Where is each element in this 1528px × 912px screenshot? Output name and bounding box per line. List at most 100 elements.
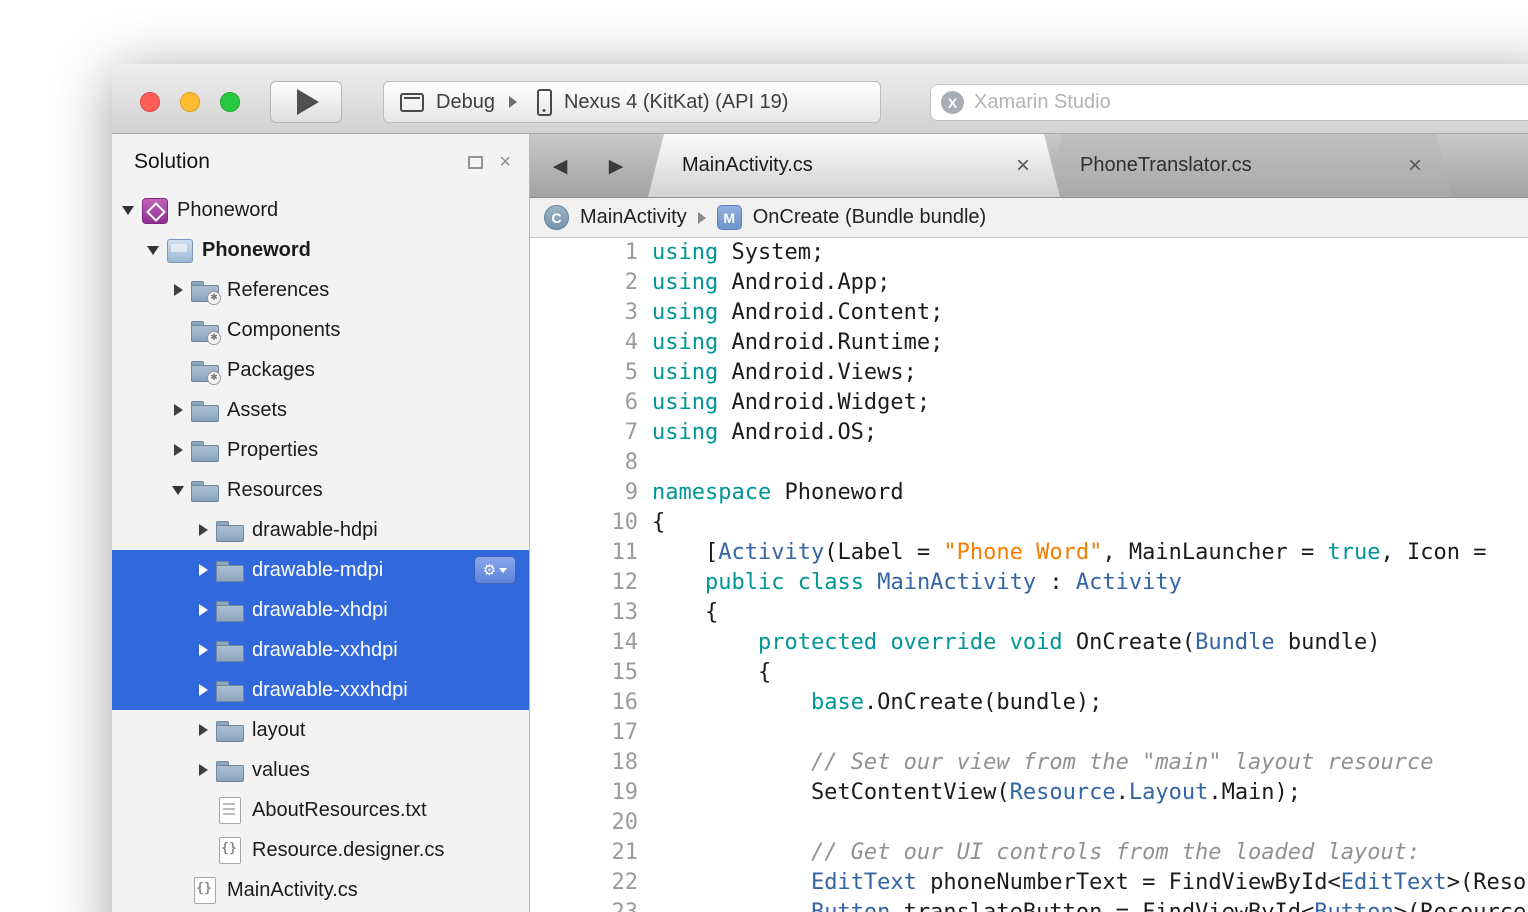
line-number: 5 xyxy=(530,358,638,388)
search-field[interactable]: X xyxy=(930,84,1528,121)
code-line: 1using System; xyxy=(530,238,1528,268)
line-number: 15 xyxy=(530,658,638,688)
disclosure-right-icon[interactable] xyxy=(195,718,215,742)
close-pad-icon[interactable]: × xyxy=(499,152,511,172)
indent-spacer xyxy=(170,358,190,382)
tree-item-components[interactable]: ✱Components xyxy=(112,310,529,350)
editor-tab-bar: ◀ ▶ MainActivity.cs × PhoneTranslator.cs… xyxy=(530,134,1528,198)
line-number: 4 xyxy=(530,328,638,358)
line-number: 1 xyxy=(530,238,638,268)
tree-item-mainactivity-cs[interactable]: MainActivity.cs xyxy=(112,870,529,910)
device-icon xyxy=(537,89,552,116)
line-number: 9 xyxy=(530,478,638,508)
tree-item-label: References xyxy=(227,279,329,302)
breadcrumb-method[interactable]: OnCreate (Bundle bundle) xyxy=(753,206,986,229)
dock-pad-icon[interactable] xyxy=(468,156,483,169)
traffic-lights xyxy=(140,92,240,112)
disclosure-right-icon[interactable] xyxy=(195,518,215,542)
device-label: Nexus 4 (KitKat) (API 19) xyxy=(564,91,789,114)
line-number: 16 xyxy=(530,688,638,718)
breadcrumb-class[interactable]: MainActivity xyxy=(580,206,687,229)
code-line: 18 // Set our view from the "main" layou… xyxy=(530,748,1528,778)
line-number: 20 xyxy=(530,808,638,838)
code-line: 7using Android.OS; xyxy=(530,418,1528,448)
line-number: 23 xyxy=(530,898,638,912)
disclosure-down-icon[interactable] xyxy=(120,198,140,222)
code-line: 12 public class MainActivity : Activity xyxy=(530,568,1528,598)
disclosure-down-icon[interactable] xyxy=(145,238,165,262)
tab-close-icon[interactable]: × xyxy=(1408,154,1422,178)
disclosure-down-icon[interactable] xyxy=(170,478,190,502)
disclosure-right-icon[interactable] xyxy=(195,678,215,702)
solution-icon xyxy=(140,197,168,223)
code-line: 8 xyxy=(530,448,1528,478)
tree-item-phoneword[interactable]: Phoneword xyxy=(112,190,529,230)
line-number: 18 xyxy=(530,748,638,778)
tree-item-references[interactable]: ✱References xyxy=(112,270,529,310)
tree-item-values[interactable]: values xyxy=(112,750,529,790)
code-line: 9namespace Phoneword xyxy=(530,478,1528,508)
disclosure-right-icon[interactable] xyxy=(195,558,215,582)
run-button[interactable] xyxy=(270,81,342,123)
line-number: 11 xyxy=(530,538,638,568)
tree-item-drawable-xxhdpi[interactable]: drawable-xxhdpi xyxy=(112,630,529,670)
disclosure-right-icon[interactable] xyxy=(170,398,190,422)
folder-icon xyxy=(190,437,218,463)
code-line: 2using Android.App; xyxy=(530,268,1528,298)
build-target-selector[interactable]: Debug Nexus 4 (KitKat) (API 19) xyxy=(383,81,881,123)
zoom-window-button[interactable] xyxy=(220,92,240,112)
disclosure-right-icon[interactable] xyxy=(170,278,190,302)
folder-badge-icon: ✱ xyxy=(190,317,218,343)
disclosure-right-icon[interactable] xyxy=(195,638,215,662)
code-line: 14 protected override void OnCreate(Bund… xyxy=(530,628,1528,658)
desktop: Debug Nexus 4 (KitKat) (API 19) X Soluti… xyxy=(0,0,1528,912)
tree-item-aboutresources-txt[interactable]: AboutResources.txt xyxy=(112,790,529,830)
tree-item-drawable-hdpi[interactable]: drawable-hdpi xyxy=(112,510,529,550)
tree-item-drawable-mdpi[interactable]: drawable-mdpi ⚙ xyxy=(112,550,529,590)
disclosure-right-icon[interactable] xyxy=(195,758,215,782)
tree-item-resource-designer-cs[interactable]: Resource.designer.cs xyxy=(112,830,529,870)
breadcrumb: C MainActivity M OnCreate (Bundle bundle… xyxy=(530,198,1528,238)
tree-item-label: layout xyxy=(252,719,305,742)
row-options-gear-button[interactable]: ⚙ xyxy=(474,556,516,584)
minimize-window-button[interactable] xyxy=(180,92,200,112)
method-icon: M xyxy=(717,205,742,230)
disclosure-right-icon[interactable] xyxy=(195,598,215,622)
line-number: 8 xyxy=(530,448,638,478)
disclosure-right-icon[interactable] xyxy=(170,438,190,462)
tab-mainactivity-cs[interactable]: MainActivity.cs × xyxy=(648,134,1060,197)
tab-phonetranslator-cs[interactable]: PhoneTranslator.cs × xyxy=(1046,134,1452,197)
line-number: 17 xyxy=(530,718,638,748)
close-window-button[interactable] xyxy=(140,92,160,112)
tree-item-properties[interactable]: Properties xyxy=(112,430,529,470)
window-titlebar[interactable]: Debug Nexus 4 (KitKat) (API 19) X xyxy=(112,64,1528,134)
code-editor[interactable]: 1using System;2using Android.App;3using … xyxy=(530,238,1528,912)
folder-icon xyxy=(215,517,243,543)
tree-item-drawable-xxxhdpi[interactable]: drawable-xxxhdpi xyxy=(112,670,529,710)
tree-item-drawable-xhdpi[interactable]: drawable-xhdpi xyxy=(112,590,529,630)
xamarin-studio-window: Debug Nexus 4 (KitKat) (API 19) X Soluti… xyxy=(112,64,1528,912)
tree-item-label: drawable-mdpi xyxy=(252,559,383,582)
tree-item-label: Phoneword xyxy=(202,239,311,262)
chevron-right-icon xyxy=(509,96,517,108)
navigate-forward-button[interactable]: ▶ xyxy=(592,134,640,197)
tree-item-assets[interactable]: Assets xyxy=(112,390,529,430)
project-icon xyxy=(165,237,193,263)
tree-item-packages[interactable]: ✱Packages xyxy=(112,350,529,390)
line-number: 10 xyxy=(530,508,638,538)
solution-pad-header: Solution × xyxy=(112,134,529,190)
tree-item-resources[interactable]: Resources xyxy=(112,470,529,510)
folder-icon xyxy=(190,477,218,503)
navigate-back-button[interactable]: ◀ xyxy=(536,134,584,197)
code-line: 23 Button translateButton = FindViewById… xyxy=(530,898,1528,912)
line-number: 3 xyxy=(530,298,638,328)
tree-item-layout[interactable]: layout xyxy=(112,710,529,750)
tree-item-label: MainActivity.cs xyxy=(227,879,358,902)
play-icon xyxy=(297,89,319,115)
tab-close-icon[interactable]: × xyxy=(1016,154,1030,178)
indent-spacer xyxy=(170,878,190,902)
file-cs-icon xyxy=(190,877,218,903)
tree-item-phoneword[interactable]: Phoneword xyxy=(112,230,529,270)
code-line: 17 xyxy=(530,718,1528,748)
search-input[interactable] xyxy=(974,91,1528,114)
